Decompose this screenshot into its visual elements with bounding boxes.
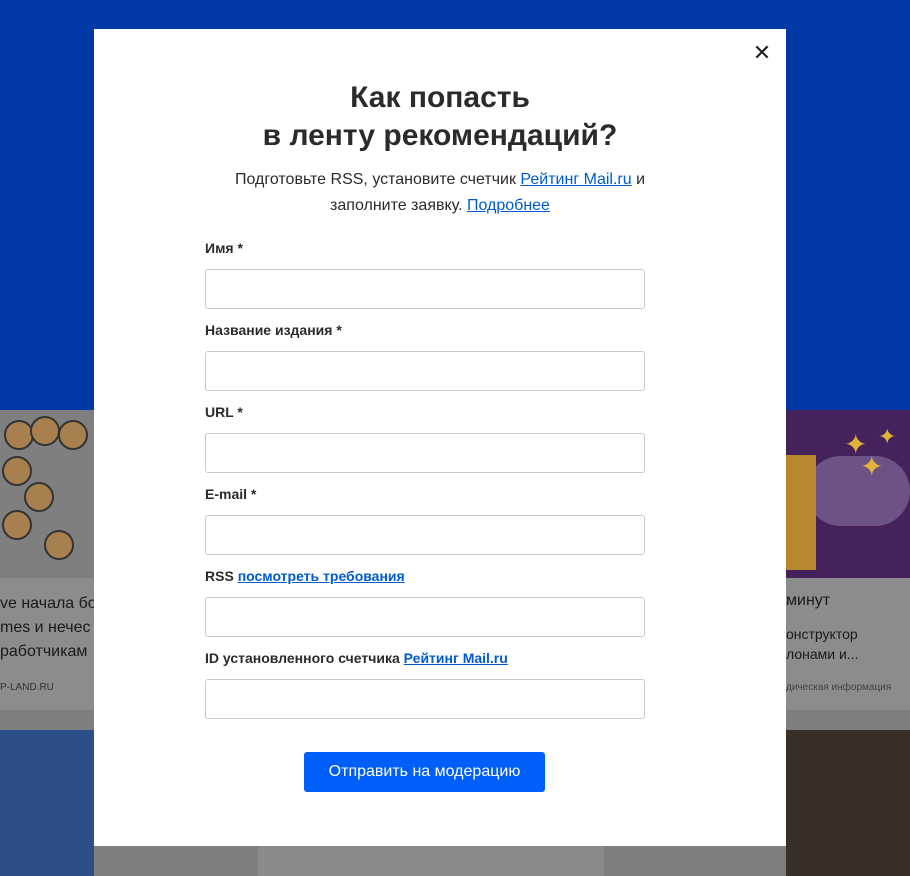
card-line: онструктор <box>786 626 858 642</box>
card-line: ve начала бо <box>0 595 94 612</box>
rating-mail-link[interactable]: Рейтинг Mail.ru <box>520 171 631 188</box>
counter-id-input[interactable] <box>205 679 645 719</box>
more-info-link[interactable]: Подробнее <box>467 197 550 214</box>
background-photo-middle <box>258 846 604 876</box>
background-card-left: ve начала бо mes и нечес работчикам P-LA… <box>0 410 94 710</box>
tile-shape <box>786 455 816 570</box>
email-field-group: E-mail * <box>205 485 645 555</box>
card-line: лонами и... <box>786 646 859 662</box>
publication-field-group: Название издания * <box>205 321 645 391</box>
name-input[interactable] <box>205 269 645 309</box>
card-image: ✦ ✦ ✦ <box>786 410 910 578</box>
avatar <box>58 420 88 450</box>
intro-text: Подготовьте RSS, установите счетчик Рейт… <box>94 167 786 219</box>
title-line: Как попасть <box>350 81 530 114</box>
counter-label-text: ID установленного счетчика <box>205 650 404 666</box>
card-source: дическая информация <box>786 682 892 693</box>
sparkle-icon: ✦ <box>860 451 884 482</box>
card-line: mes и нечес <box>0 619 91 636</box>
rss-input[interactable] <box>205 597 645 637</box>
background-photo-right <box>786 730 910 876</box>
submit-moderation-button[interactable]: Отправить на модерацию <box>304 752 545 792</box>
recommendation-modal: ✕ Как попасть в ленту рекомендаций? Подг… <box>94 29 786 846</box>
rss-requirements-link[interactable]: посмотреть требования <box>238 568 405 584</box>
publication-input[interactable] <box>205 351 645 391</box>
avatar <box>30 416 60 446</box>
rss-label: RSS посмотреть требования <box>205 567 645 585</box>
avatar <box>2 456 32 486</box>
avatar <box>24 482 54 512</box>
cloud-shape <box>806 456 910 526</box>
intro-segment: и <box>631 171 646 188</box>
rss-field-group: RSS посмотреть требования <box>205 567 645 637</box>
publication-label: Название издания * <box>205 322 342 338</box>
name-field-group: Имя * <box>205 239 645 309</box>
card-title: минут <box>786 592 831 609</box>
close-icon[interactable]: ✕ <box>750 41 774 66</box>
intro-segment: Подготовьте RSS, установите счетчик <box>234 171 521 188</box>
email-input[interactable] <box>205 515 645 555</box>
background-photo-left <box>0 730 94 876</box>
avatar <box>2 510 32 540</box>
url-field-group: URL * <box>205 403 645 473</box>
card-source: P-LAND.RU <box>0 682 54 693</box>
background-card-right: ✦ ✦ ✦ минут онструктор лонами и... дичес… <box>786 410 910 710</box>
sparkle-icon: ✦ <box>878 424 897 449</box>
counter-field-group: ID установленного счетчика Рейтинг Mail.… <box>205 649 645 719</box>
counter-rating-link[interactable]: Рейтинг Mail.ru <box>404 650 508 666</box>
url-input[interactable] <box>205 433 645 473</box>
url-label: URL * <box>205 404 243 420</box>
avatar <box>4 420 34 450</box>
card-snippet: онструктор лонами и... <box>786 624 858 664</box>
modal-title: Как попасть в ленту рекомендаций? <box>94 79 786 155</box>
name-label: Имя * <box>205 240 243 256</box>
card-image <box>0 410 94 578</box>
counter-label: ID установленного счетчика Рейтинг Mail.… <box>205 649 645 667</box>
title-line: в ленту рекомендаций? <box>262 119 618 152</box>
rss-label-text: RSS <box>205 568 238 584</box>
email-label: E-mail * <box>205 486 257 502</box>
intro-segment: заполните заявку. <box>330 197 467 214</box>
card-line: работчикам <box>0 643 88 660</box>
card-snippet: ve начала бо mes и нечес работчикам <box>0 592 94 664</box>
avatar <box>44 530 74 560</box>
